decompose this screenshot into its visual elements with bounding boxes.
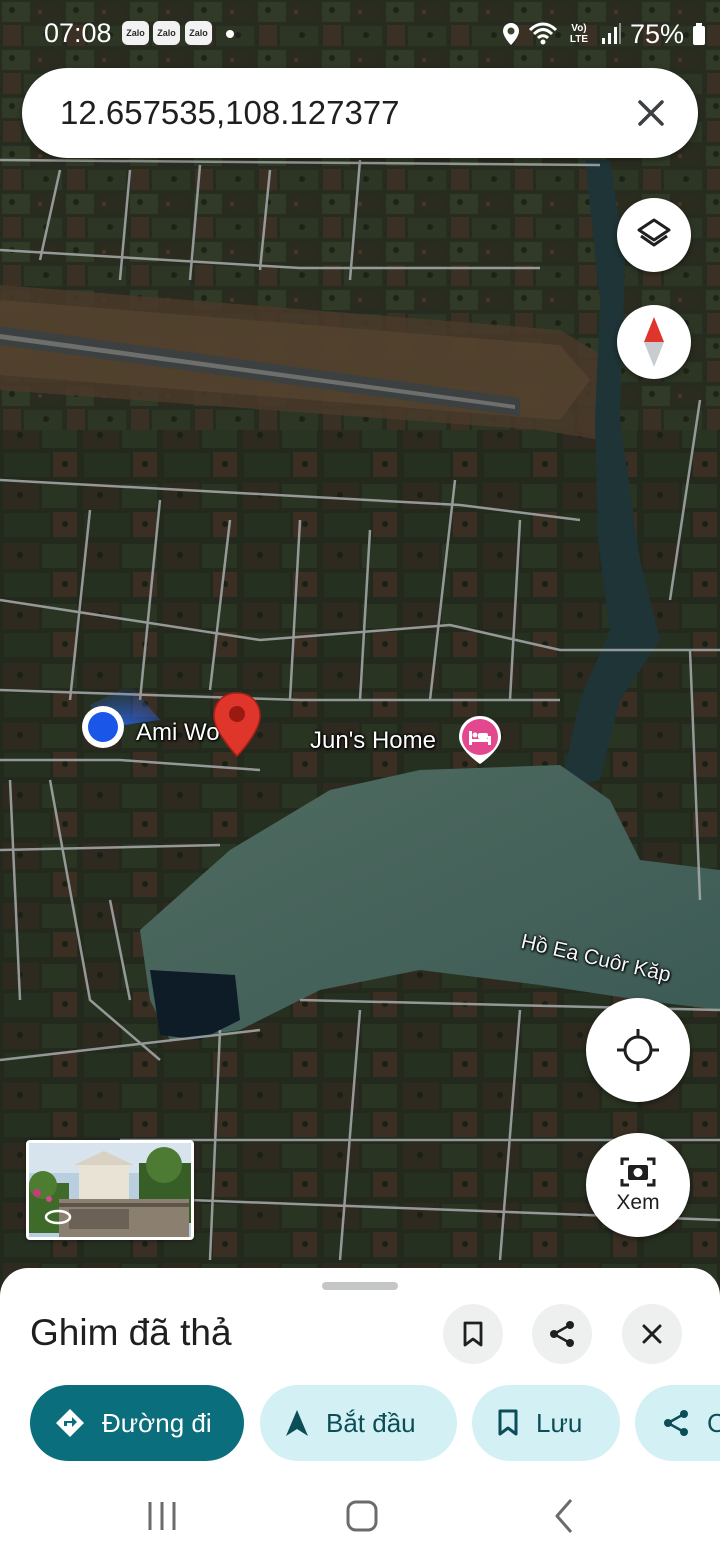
- layers-button[interactable]: [617, 198, 691, 272]
- map-place-label[interactable]: Ami Wo: [136, 719, 220, 747]
- save-label: Lưu: [536, 1407, 583, 1438]
- signal-icon: [601, 23, 621, 44]
- map-hotel-label[interactable]: Jun's Home: [310, 727, 436, 755]
- recent-apps-icon[interactable]: [140, 1494, 184, 1538]
- location-icon: [502, 23, 519, 45]
- zalo-notification-icon: Zalo: [122, 21, 149, 45]
- street-view-camera-icon: [620, 1157, 656, 1187]
- share-chip[interactable]: C: [635, 1385, 720, 1461]
- status-icons: Vo) LTE 75%: [502, 16, 706, 52]
- status-bar: 07:08 Zalo Zalo Zalo Vo) LTE 75%: [0, 0, 720, 68]
- drag-handle[interactable]: [322, 1282, 398, 1290]
- share-button[interactable]: [532, 1304, 592, 1364]
- bookmark-icon: [463, 1321, 483, 1347]
- system-navigation-bar: [0, 1470, 720, 1560]
- close-icon: [642, 1324, 662, 1344]
- satellite-map[interactable]: [0, 0, 720, 1300]
- clock: 07:08: [44, 18, 112, 48]
- dropped-pin-icon[interactable]: [210, 690, 264, 762]
- directions-label: Đường đi: [102, 1407, 212, 1438]
- street-view-button[interactable]: Xem: [586, 1133, 690, 1237]
- home-icon[interactable]: [340, 1494, 384, 1538]
- close-button[interactable]: [622, 1304, 682, 1364]
- battery-icon: [693, 23, 705, 45]
- maps-screen: Ami Wo Jun's Home Hồ Ea Cuôr Kăp 07:08 Z…: [0, 0, 720, 1560]
- street-view-label: Xem: [616, 1191, 660, 1214]
- compass-button[interactable]: [617, 305, 691, 379]
- save-chip[interactable]: Lưu: [472, 1385, 620, 1461]
- start-navigation-button[interactable]: Bắt đầu: [260, 1385, 457, 1461]
- compass-icon: [644, 317, 664, 367]
- close-icon[interactable]: [628, 90, 674, 136]
- search-bar[interactable]: 12.657535,108.127377: [22, 68, 698, 158]
- 360-view-icon: [44, 1209, 72, 1225]
- user-location-dot[interactable]: [80, 704, 126, 750]
- save-button[interactable]: [443, 1304, 503, 1364]
- bookmark-icon: [498, 1409, 518, 1436]
- layers-icon: [637, 218, 671, 247]
- zalo-notification-icon: Zalo: [153, 21, 180, 45]
- street-view-thumbnail[interactable]: [26, 1140, 194, 1240]
- my-location-button[interactable]: [586, 998, 690, 1102]
- directions-icon: [56, 1409, 84, 1437]
- my-location-icon: [617, 1029, 659, 1071]
- wifi-icon: [528, 22, 558, 45]
- back-icon[interactable]: [543, 1494, 587, 1538]
- navigation-icon: [286, 1410, 308, 1436]
- search-input[interactable]: 12.657535,108.127377: [60, 94, 400, 132]
- volte-label: Vo) LTE: [569, 23, 589, 45]
- start-label: Bắt đầu: [326, 1407, 416, 1438]
- place-title: Ghim đã thả: [30, 1312, 232, 1353]
- share-icon: [550, 1321, 574, 1347]
- battery-percent: 75%: [629, 18, 684, 49]
- hotel-pin-icon[interactable]: [456, 714, 504, 766]
- more-notifications-dot: [226, 30, 234, 38]
- zalo-notification-icon: Zalo: [185, 21, 212, 45]
- share-icon: [664, 1410, 688, 1436]
- share-label: C: [707, 1407, 720, 1438]
- directions-button[interactable]: Đường đi: [30, 1385, 244, 1461]
